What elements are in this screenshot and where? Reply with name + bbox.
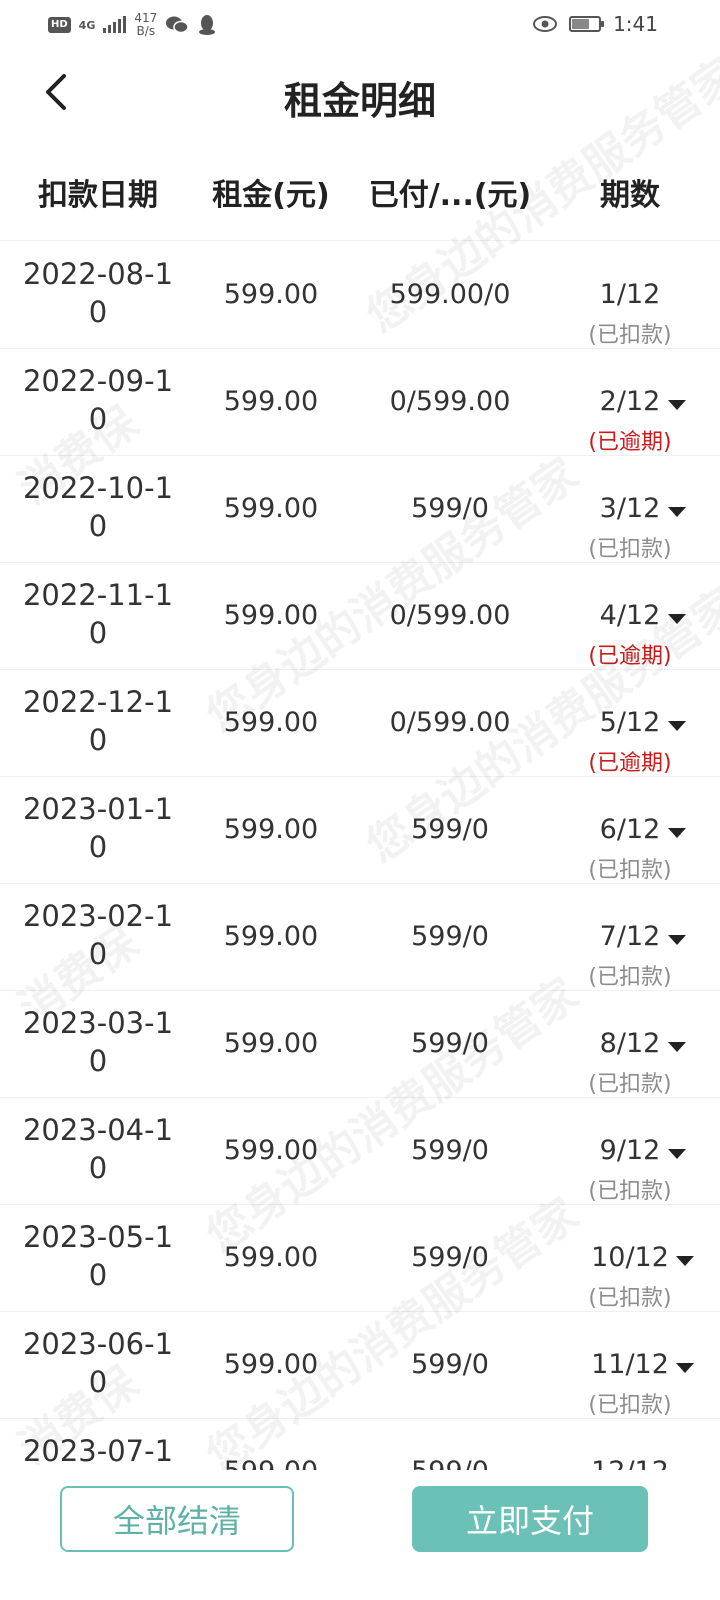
settle-all-button[interactable]: 全部结清 (60, 1486, 294, 1552)
rent-amount: 599.00 (223, 921, 319, 952)
payment-status: (已扣款) (588, 537, 672, 562)
expand-caret-icon[interactable] (668, 935, 686, 945)
table-row: 2023-04-1 0 599.00 599/0 9/12 (已扣款) (0, 1097, 720, 1205)
payment-status: (已扣款) (588, 1286, 672, 1311)
deduction-date: 2022-09-1 0 (22, 364, 174, 436)
eye-icon (533, 16, 558, 32)
period-number: 8/12 (599, 1028, 661, 1059)
rent-amount: 599.00 (223, 1242, 319, 1273)
clock: 1:41 (613, 12, 658, 36)
period-number: 4/12 (599, 600, 661, 631)
payment-status: (已逾期) (588, 644, 672, 669)
payment-status: (已扣款) (588, 1393, 672, 1418)
paid-unpaid: 0/599.00 (389, 600, 511, 631)
paid-unpaid: 599/0 (411, 1242, 489, 1273)
payment-status: (已逾期) (588, 430, 672, 455)
expand-caret-icon[interactable] (668, 1042, 686, 1052)
paid-unpaid: 599/0 (411, 1349, 489, 1380)
expand-caret-icon[interactable] (676, 1256, 694, 1266)
deduction-date: 2023-06-1 0 (22, 1327, 174, 1399)
page-title: 租金明细 (283, 79, 436, 123)
wechat-icon (166, 16, 190, 34)
deduction-date: 2022-08-1 0 (22, 257, 174, 329)
period-number: 3/12 (599, 493, 661, 524)
deduction-date: 2023-01-1 0 (22, 792, 174, 864)
pay-now-button[interactable]: 立即支付 (412, 1486, 648, 1552)
period-number: 6/12 (599, 814, 661, 845)
paid-unpaid: 599/0 (411, 1028, 489, 1059)
paid-unpaid: 0/599.00 (389, 707, 511, 738)
deduction-date: 2023-03-1 0 (22, 1006, 174, 1078)
rent-amount: 599.00 (223, 1135, 319, 1166)
qq-icon (199, 15, 216, 35)
signal-icon (103, 16, 127, 33)
period-number: 2/12 (599, 386, 661, 417)
header-date: 扣款日期 (38, 178, 158, 213)
rent-amount: 599.00 (223, 279, 319, 310)
payment-status: (已扣款) (588, 1179, 672, 1204)
paid-unpaid: 599/0 (411, 1135, 489, 1166)
payment-status: (已扣款) (588, 1072, 672, 1097)
table-row: 2023-02-1 0 599.00 599/0 7/12 (已扣款) (0, 883, 720, 991)
status-left: HD 4G 417 B/s (48, 12, 217, 38)
header-period: 期数 (600, 178, 660, 213)
deduction-date: 2023-07-1 (22, 1434, 174, 1468)
expand-caret-icon[interactable] (668, 721, 686, 731)
paid-unpaid: 0/599.00 (389, 386, 511, 417)
deduction-date: 2023-04-1 0 (22, 1113, 174, 1185)
paid-unpaid: 599/0 (411, 493, 489, 524)
rent-amount: 599.00 (223, 707, 319, 738)
rent-amount: 599.00 (223, 1349, 319, 1380)
deduction-date: 2022-11-1 0 (22, 578, 174, 650)
period-number: 7/12 (599, 921, 661, 952)
payment-status: (已逾期) (588, 751, 672, 776)
deduction-date: 2022-10-1 0 (22, 471, 174, 543)
table-row: 2022-10-1 0 599.00 599/0 3/12 (已扣款) (0, 455, 720, 563)
table-header: 扣款日期 租金(元) 已付/...(元) 期数 (0, 150, 720, 241)
table-row: 2023-01-1 0 599.00 599/0 6/12 (已扣款) (0, 776, 720, 884)
payment-status: (已扣款) (588, 965, 672, 990)
expand-caret-icon[interactable] (668, 400, 686, 410)
expand-caret-icon[interactable] (668, 614, 686, 624)
network-type: 4G (78, 18, 96, 32)
status-bar: HD 4G 417 B/s 1:41 (0, 0, 720, 50)
title-bar: 租金明细 (0, 50, 720, 140)
expand-caret-icon[interactable] (676, 1363, 694, 1373)
period-number: 5/12 (599, 707, 661, 738)
paid-unpaid: 599/0 (411, 921, 489, 952)
network-speed-unit: B/s (136, 24, 156, 38)
header-rent: 租金(元) (212, 178, 330, 213)
table-row: 2023-03-1 0 599.00 599/0 8/12 (已扣款) (0, 990, 720, 1098)
table-row: 2022-08-1 0 599.00 599.00/0 1/12 (已扣款) (0, 241, 720, 349)
rent-amount: 599.00 (223, 386, 319, 417)
table-row: 2022-11-1 0 599.00 0/599.00 4/12 (已逾期) (0, 562, 720, 670)
header-paid: 已付/...(元) (368, 178, 532, 213)
rent-amount: 599.00 (223, 1028, 319, 1059)
deduction-date: 2023-05-1 0 (22, 1220, 174, 1292)
rent-amount: 599.00 (223, 814, 319, 845)
status-right: 1:41 (533, 12, 658, 36)
payment-status: (已扣款) (588, 323, 672, 348)
expand-caret-icon[interactable] (668, 507, 686, 517)
paid-unpaid: 599.00/0 (389, 279, 511, 310)
rent-amount: 599.00 (223, 600, 319, 631)
battery-icon (569, 16, 605, 32)
period-number: 1/12 (599, 279, 661, 310)
network-speed: 417 B/s (134, 12, 157, 38)
expand-caret-icon[interactable] (668, 828, 686, 838)
deduction-date: 2023-02-1 0 (22, 899, 174, 971)
table-row: 2023-06-1 0 599.00 599/0 11/12 (已扣款) (0, 1311, 720, 1419)
paid-unpaid: 599/0 (411, 814, 489, 845)
footer-bar: 全部结清 立即支付 (0, 1470, 720, 1600)
deduction-date: 2022-12-1 0 (22, 685, 174, 757)
rent-amount: 599.00 (223, 493, 319, 524)
period-number: 9/12 (599, 1135, 661, 1166)
hd-badge: HD (48, 17, 71, 33)
table-row: 2023-05-1 0 599.00 599/0 10/12 (已扣款) (0, 1204, 720, 1312)
table-row: 2022-12-1 0 599.00 0/599.00 5/12 (已逾期) (0, 669, 720, 777)
payment-status: (已扣款) (588, 858, 672, 883)
expand-caret-icon[interactable] (668, 1149, 686, 1159)
table-row: 2022-09-1 0 599.00 0/599.00 2/12 (已逾期) (0, 348, 720, 456)
